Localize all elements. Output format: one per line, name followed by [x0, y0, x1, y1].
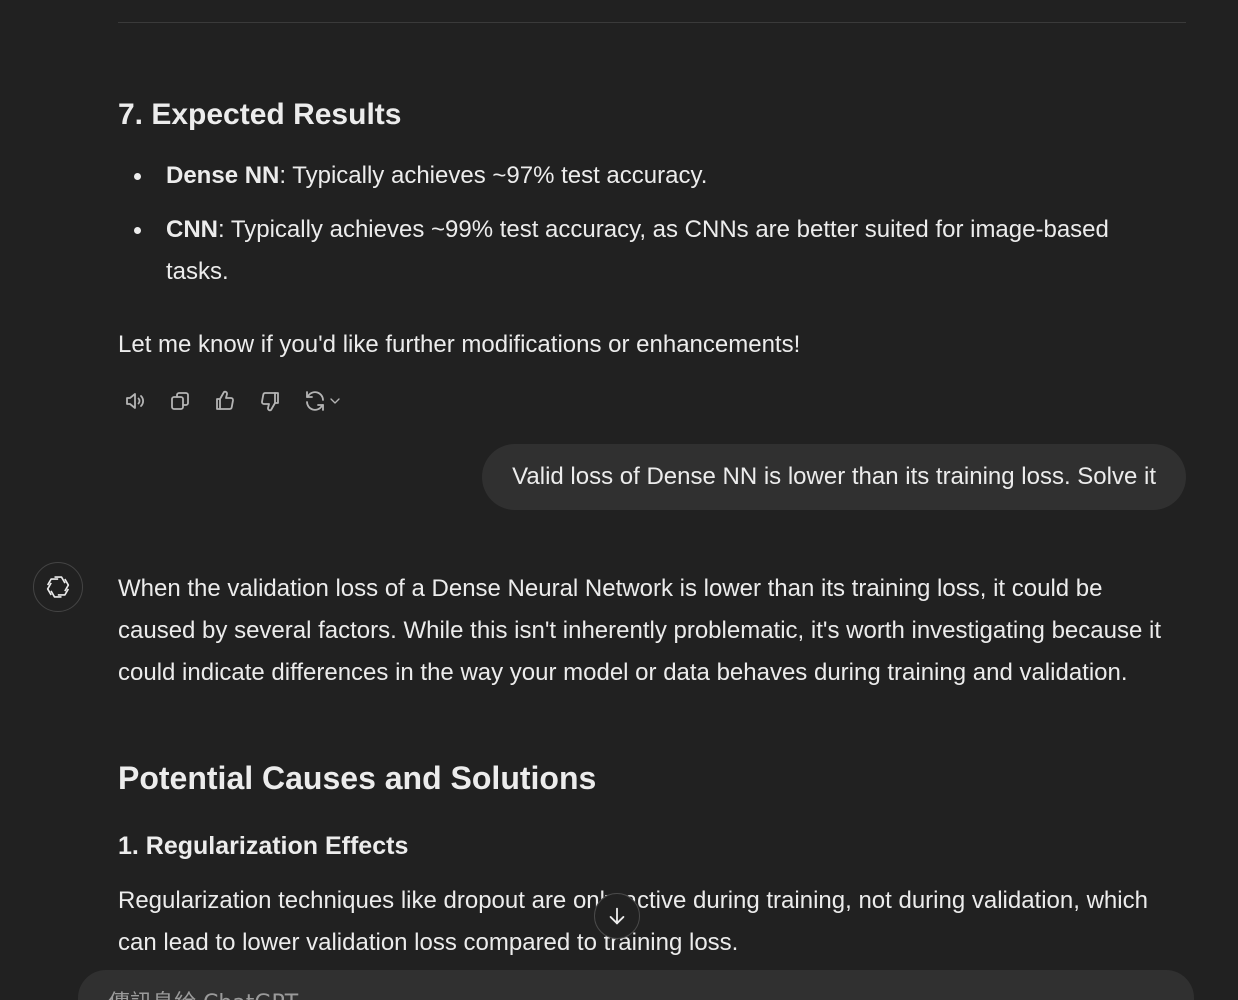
message-actions [118, 384, 348, 418]
closing-text: Let me know if you'd like further modifi… [118, 331, 801, 358]
thumbs-down-icon [261, 392, 279, 412]
thumbs-up-button[interactable] [208, 384, 242, 418]
results-list: Dense NN: Typically achieves ~97% test a… [118, 155, 1168, 305]
chat-page: 7. Expected Results Dense NN: Typically … [0, 0, 1238, 1000]
divider [118, 22, 1186, 23]
answer-subheading: 1. Regularization Effects [118, 832, 409, 860]
copy-button[interactable] [163, 384, 197, 418]
regenerate-icon [306, 391, 324, 411]
arrow-down-icon [609, 907, 625, 925]
assistant-avatar [33, 562, 83, 612]
bullet-text: : Typically achieves ~97% test accuracy. [279, 162, 708, 189]
bullet-text: : Typically achieves ~99% test accuracy,… [166, 216, 1109, 285]
message-input[interactable] [106, 990, 1010, 1000]
user-message-bubble: Valid loss of Dense NN is lower than its… [482, 444, 1186, 510]
thumbs-down-button[interactable] [253, 384, 287, 418]
section-heading: 7. Expected Results [118, 98, 402, 131]
list-item: Dense NN: Typically achieves ~97% test a… [118, 155, 1168, 197]
user-message-text: Valid loss of Dense NN is lower than its… [512, 463, 1156, 490]
regenerate-button[interactable] [298, 384, 348, 418]
bullet-term: CNN [166, 216, 218, 243]
chevron-down-icon [330, 398, 340, 404]
read-aloud-icon [126, 393, 144, 409]
openai-logo-icon [46, 576, 70, 598]
regularization-paragraph: Regularization techniques like dropout a… [118, 887, 1148, 956]
assistant-intro: When the validation loss of a Dense Neur… [118, 575, 1161, 686]
bullet-term: Dense NN [166, 162, 280, 189]
thumbs-up-icon [216, 390, 234, 410]
copy-icon [171, 392, 189, 410]
message-composer [78, 970, 1194, 1000]
list-item: CNN: Typically achieves ~99% test accura… [118, 209, 1168, 293]
scroll-to-bottom-button[interactable] [594, 893, 640, 939]
answer-heading: Potential Causes and Solutions [118, 760, 597, 796]
read-aloud-button[interactable] [118, 384, 152, 418]
